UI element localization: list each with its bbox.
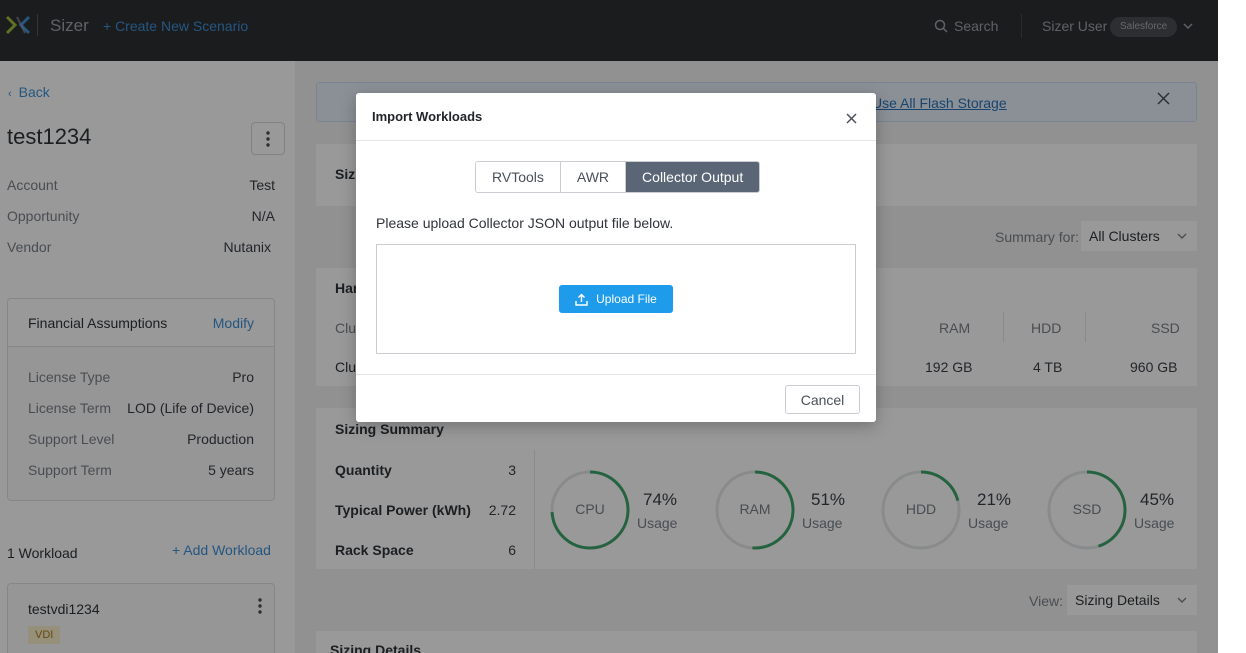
tab-collector-output[interactable]: Collector Output — [626, 162, 760, 192]
tab-awr[interactable]: AWR — [560, 162, 627, 192]
close-icon — [845, 112, 857, 124]
tab-rvtools[interactable]: RVTools — [476, 162, 561, 192]
file-drop-zone[interactable]: Upload File — [376, 244, 856, 354]
dialog-title: Import Workloads — [372, 109, 483, 124]
dialog-close-button[interactable] — [843, 110, 859, 126]
dialog-header: Import Workloads — [356, 93, 876, 141]
cancel-button[interactable]: Cancel — [785, 385, 860, 414]
scrollbar-gutter — [1218, 0, 1246, 653]
upload-file-button[interactable]: Upload File — [559, 285, 673, 313]
import-type-tabs: RVTools AWR Collector Output — [475, 161, 761, 193]
upload-icon — [575, 293, 588, 306]
upload-instruction: Please upload Collector JSON output file… — [376, 215, 674, 231]
import-workloads-dialog: Import Workloads RVTools AWR Collector O… — [356, 93, 876, 422]
upload-file-label: Upload File — [596, 292, 657, 306]
